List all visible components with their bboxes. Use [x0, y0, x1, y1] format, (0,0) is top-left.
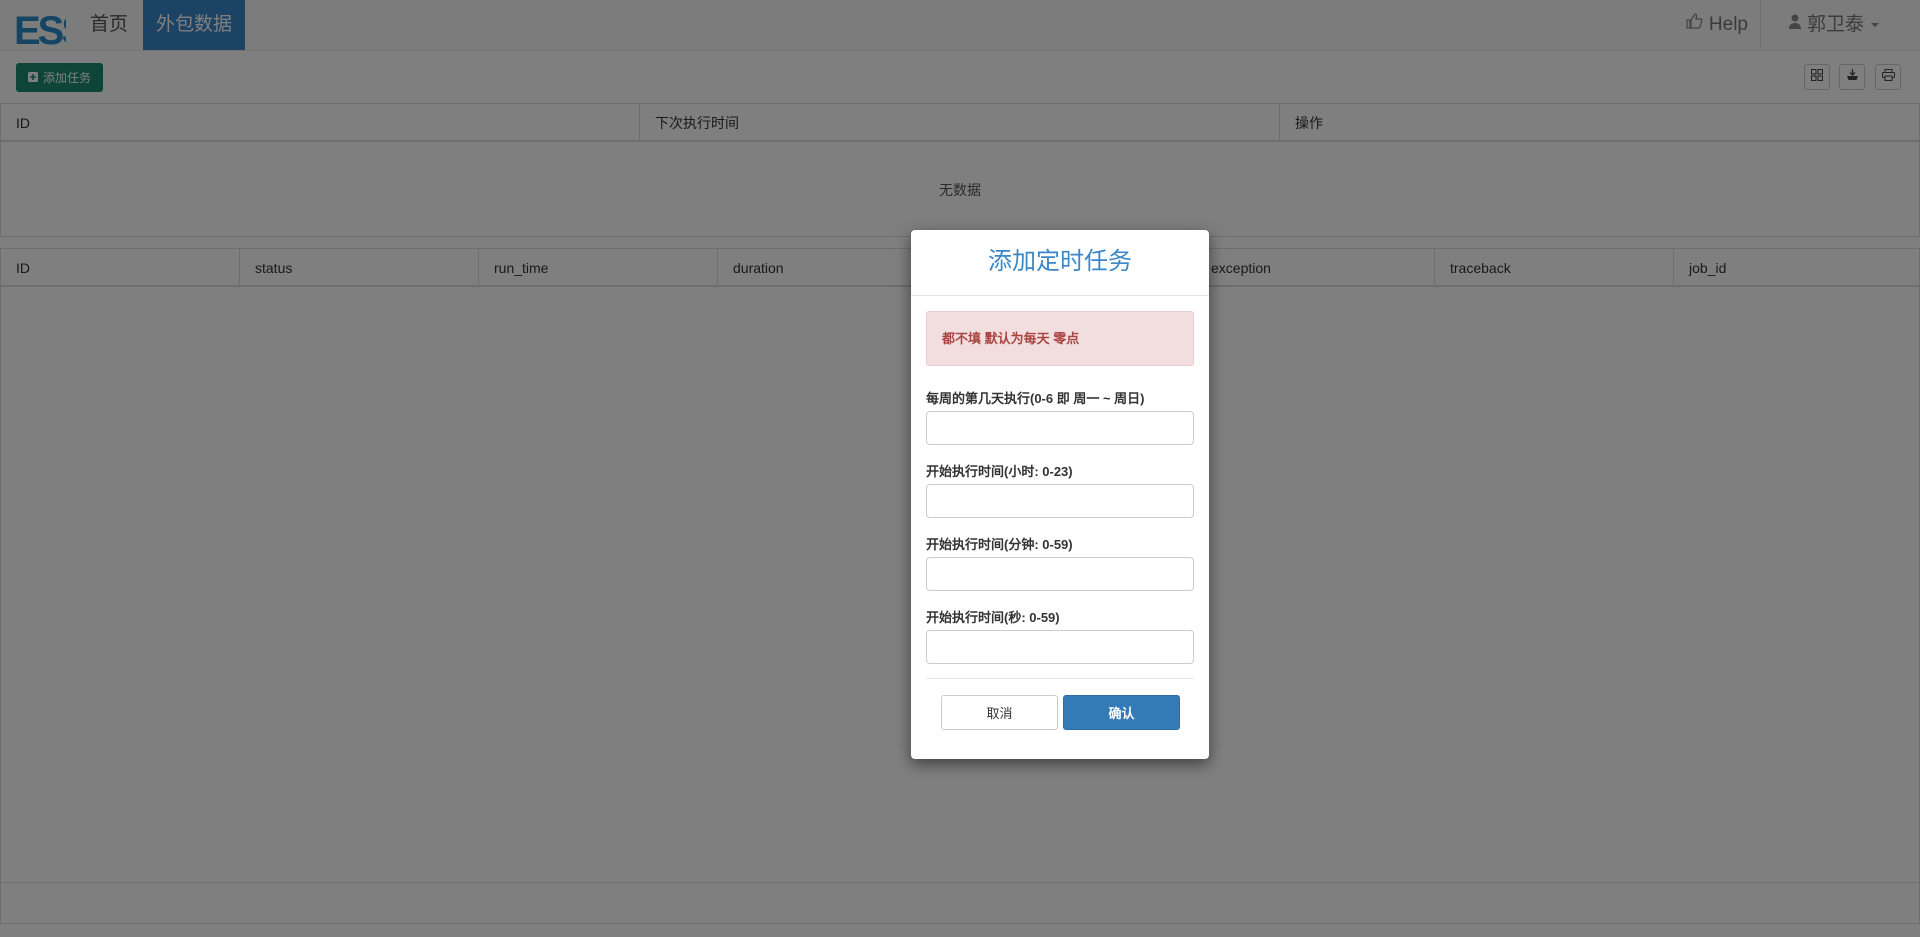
cancel-button[interactable]: 取消	[941, 695, 1058, 730]
hour-label: 开始执行时间(小时: 0-23)	[926, 464, 1073, 479]
info-alert: 都不填 默认为每天 零点	[926, 311, 1194, 366]
add-scheduled-task-dialog: 添加定时任务 都不填 默认为每天 零点 每周的第几天执行(0-6 即 周一 ~ …	[911, 230, 1209, 759]
hour-input[interactable]	[926, 484, 1194, 518]
second-label: 开始执行时间(秒: 0-59)	[926, 610, 1060, 625]
minute-label: 开始执行时间(分钟: 0-59)	[926, 537, 1073, 552]
confirm-button[interactable]: 确认	[1063, 695, 1180, 730]
dialog-title: 添加定时任务	[911, 230, 1209, 296]
weekday-label: 每周的第几天执行(0-6 即 周一 ~ 周日)	[926, 391, 1145, 406]
dialog-divider	[926, 678, 1194, 679]
second-input[interactable]	[926, 630, 1194, 664]
minute-input[interactable]	[926, 557, 1194, 591]
weekday-input[interactable]	[926, 411, 1194, 445]
